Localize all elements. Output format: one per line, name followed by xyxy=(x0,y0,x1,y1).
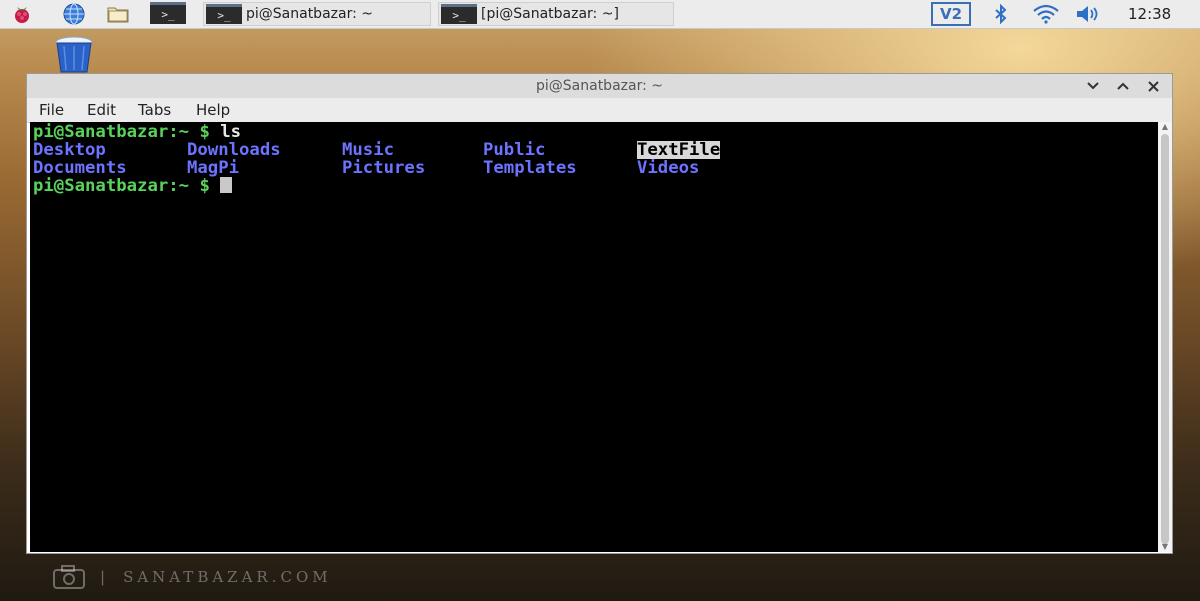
chevron-up-icon xyxy=(1117,82,1129,90)
close-button[interactable] xyxy=(1143,76,1163,96)
ls-output-row: Desktop Downloads Music Public TextFile xyxy=(33,141,721,159)
terminal-icon: >_ xyxy=(206,4,242,24)
web-browser-icon[interactable] xyxy=(62,2,86,26)
minimize-button[interactable] xyxy=(1083,76,1103,96)
ls-output-row: Documents MagPi Pictures Templates Video… xyxy=(33,159,699,177)
menubar: File Edit Tabs Help xyxy=(27,98,1172,123)
scroll-up-icon[interactable]: ▲ xyxy=(1158,122,1172,132)
camera-icon xyxy=(53,565,85,589)
window-titlebar[interactable]: pi@Sanatbazar: ~ xyxy=(27,74,1172,99)
dir-entry: Templates xyxy=(483,158,577,178)
scroll-thumb[interactable] xyxy=(1161,134,1169,544)
scrollbar[interactable]: ▲ ▼ xyxy=(1158,122,1172,552)
close-icon xyxy=(1147,80,1159,92)
vnc-icon[interactable]: V2 xyxy=(931,2,971,26)
menu-tabs[interactable]: Tabs xyxy=(138,101,171,119)
wifi-icon[interactable] xyxy=(1032,4,1060,24)
wastebasket-icon[interactable] xyxy=(50,34,98,74)
dir-entry: Desktop xyxy=(33,140,106,160)
maximize-button[interactable] xyxy=(1113,76,1133,96)
bluetooth-icon[interactable] xyxy=(991,4,1011,24)
watermark-divider: | xyxy=(100,568,110,586)
clock[interactable]: 12:38 xyxy=(1128,5,1171,23)
dir-entry: Downloads xyxy=(187,140,281,160)
prompt: pi@Sanatbazar:~ $ xyxy=(33,176,210,196)
menu-edit[interactable]: Edit xyxy=(87,101,116,119)
task-label: pi@Sanatbazar: ~ xyxy=(246,6,373,22)
terminal-icon: >_ xyxy=(441,4,477,24)
window-title: pi@Sanatbazar: ~ xyxy=(536,78,663,94)
terminal-window: pi@Sanatbazar: ~ File Edit Tabs Help pi@… xyxy=(26,73,1173,554)
dir-entry: Music xyxy=(342,140,395,160)
volume-icon[interactable] xyxy=(1074,4,1104,24)
dir-entry: MagPi xyxy=(187,158,240,178)
dir-entry: Public xyxy=(483,140,546,160)
terminal-console[interactable]: pi@Sanatbazar:~ $ ls Desktop Downloads M… xyxy=(30,122,1158,552)
task-label: [pi@Sanatbazar: ~] xyxy=(481,6,619,22)
file-manager-icon[interactable] xyxy=(106,2,130,26)
terminal-line-command: pi@Sanatbazar:~ $ ls xyxy=(33,123,241,141)
prompt: pi@Sanatbazar:~ $ xyxy=(33,122,210,142)
dir-entry: Videos xyxy=(637,158,700,178)
terminal-glyph: >_ xyxy=(150,2,186,24)
dir-entry: Pictures xyxy=(342,158,426,178)
scroll-down-icon[interactable]: ▼ xyxy=(1158,542,1172,552)
taskbar-window-terminal-1[interactable]: >_ pi@Sanatbazar: ~ xyxy=(203,2,431,26)
taskbar-window-terminal-2[interactable]: >_ [pi@Sanatbazar: ~] xyxy=(438,2,674,26)
chevron-down-icon xyxy=(1087,82,1099,90)
terminal-launcher-icon[interactable]: >_ xyxy=(150,2,186,26)
terminal-line-prompt: pi@Sanatbazar:~ $ xyxy=(33,176,233,196)
watermark: | SANATBAZAR.COM xyxy=(52,564,332,590)
command-text: ls xyxy=(209,122,242,142)
menu-help[interactable]: Help xyxy=(196,101,230,119)
menu-file[interactable]: File xyxy=(39,101,64,119)
text-cursor xyxy=(220,177,233,193)
dir-entry: Documents xyxy=(33,158,127,178)
taskbar: >_ >_ pi@Sanatbazar: ~ >_ [pi@Sanatbazar… xyxy=(0,0,1200,29)
file-entry: TextFile xyxy=(637,140,721,160)
raspberry-pi-menu-icon[interactable] xyxy=(10,2,34,26)
watermark-text: SANATBAZAR.COM xyxy=(123,568,332,586)
